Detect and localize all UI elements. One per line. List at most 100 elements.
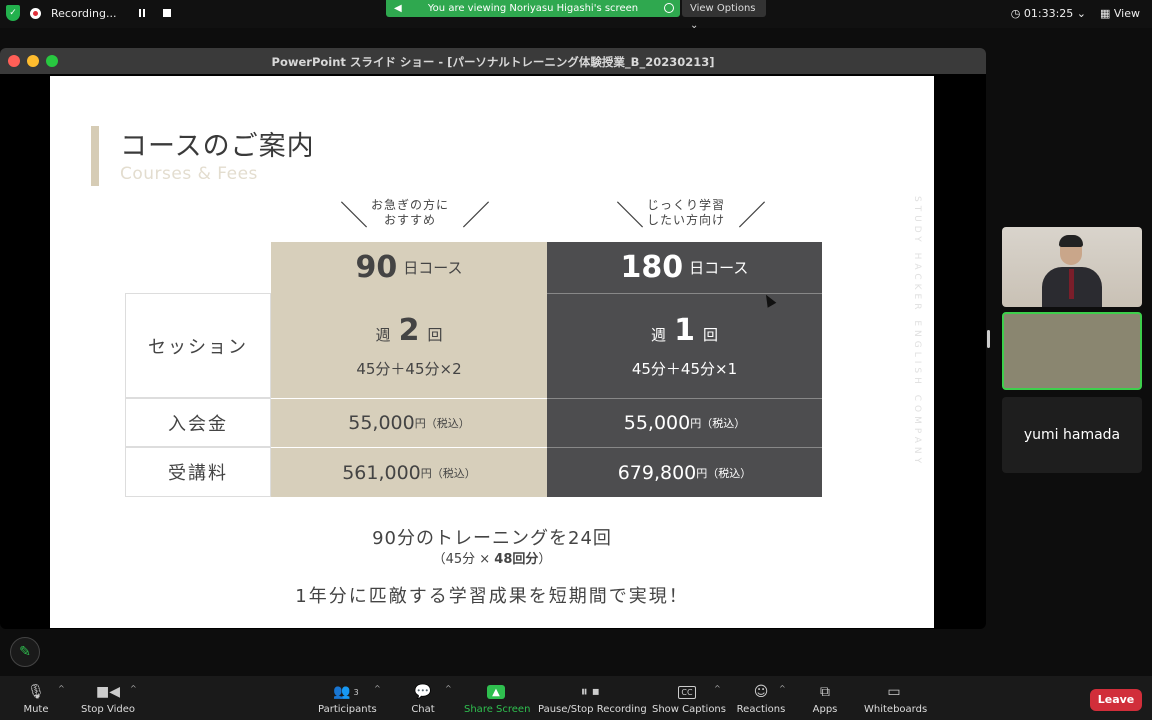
shared-screen-window: PowerPoint スライド ショー - [パーソナルトレーニング体験授業_B… [0, 48, 986, 629]
session-frequency: 週1回 [651, 313, 718, 348]
stop-video-label: Stop Video [81, 704, 135, 715]
tuition-fee-180: 679,800 円（税込） [547, 447, 822, 497]
summary-line-3: 1年分に匹敵する学習成果を短期間で実現！ [295, 586, 689, 607]
show-captions-label: Show Captions [652, 704, 726, 715]
session-post: 回 [702, 326, 718, 344]
slash-right: ／ [462, 199, 491, 232]
participant-video-tile[interactable] [1002, 227, 1142, 307]
session-num: 2 [398, 312, 420, 348]
row-label-session: セッション [125, 293, 271, 398]
zoom-meeting-window: ✓ Recording... ◀ You are viewing Noriyas… [0, 0, 1152, 720]
view-options-button[interactable]: View Options ⌄ [682, 0, 766, 31]
apps-label: Apps [812, 704, 838, 715]
meeting-timer[interactable]: ◷ 01:33:25 ⌄ [1011, 7, 1086, 20]
whiteboards-label: Whiteboards [864, 704, 928, 715]
title-accent-bar [91, 126, 99, 186]
course-header-180: 180 日コース [547, 242, 822, 293]
pause-recording-icon[interactable] [138, 9, 145, 17]
fee-unit: 円（税込） [420, 466, 476, 480]
chevron-up-icon[interactable]: ^ [445, 684, 452, 693]
course-days: 90 [355, 250, 398, 285]
presentation-slide: コースのご案内 Courses & Fees STUDY HACKER ENGL… [50, 76, 934, 628]
course-suffix: 日コース [689, 259, 749, 277]
session-180: 週1回 45分＋45分×1 [547, 293, 822, 398]
apps-button[interactable]: ⧉ Apps [810, 682, 840, 715]
session-90: 週2回 45分＋45分×2 [271, 293, 547, 398]
session-formula: 45分＋45分×2 [356, 359, 462, 378]
window-title: PowerPoint スライド ショー - [パーソナルトレーニング体験授業_B… [271, 55, 715, 69]
session-formula: 45分＋45分×1 [631, 360, 738, 378]
recommend-180: じっくり学習 したい方向け [636, 198, 736, 228]
chevron-up-icon[interactable]: ^ [779, 684, 786, 693]
participant-name-tile[interactable]: yumi hamada [1002, 397, 1142, 473]
show-captions-button[interactable]: CC Show Captions [652, 682, 726, 715]
recommend-90-line2: おすすめ [383, 213, 436, 227]
person-tie [1069, 269, 1074, 299]
chat-bubble-icon: 💬 [414, 684, 432, 700]
stop-video-button[interactable]: ■◀ Stop Video [80, 682, 136, 715]
participants-label: Participants [318, 704, 377, 715]
view-options-label: View Options [690, 3, 756, 14]
video-camera-icon: ■◀ [96, 684, 120, 700]
clock-icon: ◷ [1010, 7, 1024, 20]
microphone-icon: 🎙 [27, 684, 45, 700]
closed-captions-icon: CC [652, 682, 722, 702]
fee-value: 679,800 [617, 461, 697, 484]
summary-line-2-post: ） [538, 552, 552, 567]
summary-line-1: 90分のトレーニングを24回 [372, 528, 612, 549]
vertical-brand-text: STUDY HACKER ENGLISH COMPANY [912, 196, 922, 468]
status-circle-icon [664, 3, 674, 13]
whiteboard-icon: ▭ [887, 684, 901, 700]
pause-stop-recording-label: Pause/Stop Recording [538, 704, 647, 715]
session-pre: 週 [651, 326, 667, 344]
recording-icon [30, 7, 41, 19]
slide-title: コースのご案内 [120, 131, 315, 162]
fee-value: 55,000 [348, 412, 415, 434]
security-shield-icon[interactable]: ✓ [6, 5, 20, 21]
participant-name: yumi hamada [1023, 427, 1121, 443]
recommend-180-line2: したい方向け [646, 213, 725, 227]
session-frequency: 週2回 [376, 313, 443, 348]
viewing-banner: ◀ You are viewing Noriyasu Higashi's scr… [386, 0, 680, 17]
pause-stop-icon: ⏸ ⏹ [580, 684, 600, 700]
mute-label: Mute [23, 704, 49, 715]
chat-button[interactable]: 💬 Chat [408, 682, 438, 715]
view-button[interactable]: ▦ View [1100, 7, 1140, 20]
stop-recording-icon[interactable] [162, 9, 171, 17]
reactions-label: Reactions [736, 704, 786, 715]
pause-stop-recording-button[interactable]: ⏸ ⏹ Pause/Stop Recording [538, 682, 647, 715]
row-label-entrance: 入会金 [125, 398, 271, 447]
mute-button[interactable]: 🎙 Mute [18, 682, 54, 715]
view-label: View [1113, 7, 1140, 20]
resize-handle[interactable] [987, 330, 990, 348]
fee-value: 561,000 [342, 461, 421, 484]
apps-icon: ⧉ [820, 684, 830, 700]
slash-right: ／ [738, 199, 767, 232]
course-days: 180 [620, 250, 684, 285]
leave-button[interactable]: Leave [1090, 689, 1142, 711]
chat-label: Chat [411, 704, 435, 715]
share-screen-icon: ▲ [464, 682, 528, 702]
summary-line-2-bold: 48回分 [494, 552, 539, 567]
chevron-up-icon[interactable]: ^ [374, 684, 381, 693]
grid-view-icon: ▦ [1100, 7, 1114, 20]
speaker-icon: ◀ [394, 3, 402, 14]
chevron-up-icon[interactable]: ^ [714, 684, 721, 693]
chevron-up-icon[interactable]: ^ [130, 684, 137, 693]
share-screen-button[interactable]: ▲ Share Screen [464, 682, 530, 715]
fee-unit: 円（税込） [690, 417, 746, 430]
participants-button[interactable]: 👥 3 Participants [318, 682, 377, 715]
course-header-90: 90 日コース [271, 242, 547, 293]
participants-icon: 👥 3 [333, 684, 359, 700]
top-bar: ✓ Recording... ◀ You are viewing Noriyas… [0, 0, 1152, 31]
chevron-up-icon[interactable]: ^ [58, 684, 65, 693]
annotate-pencil-icon[interactable]: ✎ [10, 637, 40, 667]
whiteboards-button[interactable]: ▭ Whiteboards [864, 682, 928, 715]
window-titlebar: PowerPoint スライド ショー - [パーソナルトレーニング体験授業_B… [0, 48, 986, 74]
participants-count: 3 [353, 687, 359, 697]
entrance-fee-180: 55,000 円（税込） [547, 398, 822, 447]
session-post: 回 [427, 325, 443, 344]
top-right-controls: ◷ 01:33:25 ⌄ ▦ View [1011, 7, 1140, 20]
active-speaker-tile[interactable] [1002, 312, 1142, 390]
summary-line-2: （45分 × 48回分） [50, 548, 934, 567]
